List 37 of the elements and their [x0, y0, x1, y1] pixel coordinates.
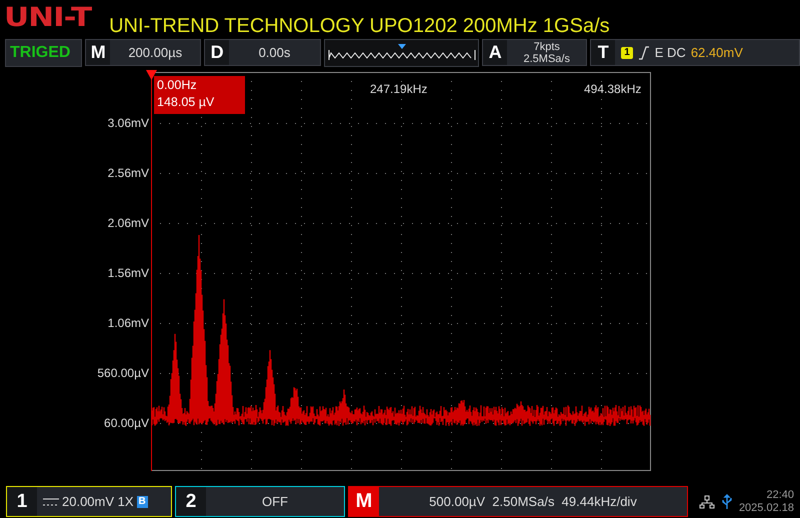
amplitude-label: 1.06mV [108, 316, 149, 330]
channel-button[interactable]: 2 OFF [175, 486, 345, 517]
trigger-button[interactable]: T 1 E DC 62.40mV [590, 39, 800, 66]
amplitude-label: 2.56mV [108, 166, 149, 180]
amplitude-label: 60.00µV [104, 416, 149, 430]
channel-button[interactable]: 1 20.00mV 1X B [6, 486, 172, 517]
rising-edge-icon [638, 46, 650, 60]
network-icon [698, 494, 715, 508]
clock-time: 22:40 [766, 488, 794, 502]
brand-logo: UNI-T [4, 4, 92, 30]
device-title: UNI-TREND TECHNOLOGY UPO1202 200MHz 1GSa/s [109, 14, 610, 38]
channel-state: OFF [262, 494, 288, 509]
amplitude-label: 1.56mV [108, 266, 149, 280]
readout-frequency: 0.00Hz [157, 77, 198, 94]
trigger-level: 62.40mV [690, 45, 743, 60]
frequency-label: 247.19kHz [370, 82, 428, 96]
trigger-status[interactable]: TRIGED [5, 39, 82, 67]
readout-amplitude: 148.05 µV [157, 94, 216, 111]
usb-icon [720, 494, 733, 510]
trigger-mode: E DC [654, 45, 686, 60]
memory-depth: 7kpts [534, 40, 560, 52]
sample-rate: 2.5MSa/s [524, 52, 570, 64]
dc-coupling-icon [43, 496, 59, 506]
math-settings: 500.00µV 2.50MSa/s 49.44kHz/div [428, 493, 638, 511]
bandwidth-limit-badge: B [136, 496, 148, 508]
channel-scale: 20.00mV 1X [62, 494, 134, 509]
amplitude-label: 560.00µV [97, 366, 149, 380]
amplitude-label: 3.06mV [108, 116, 149, 130]
cursor-marker-icon[interactable] [146, 70, 157, 80]
clock-date: 2025.02.18 [738, 502, 794, 514]
timebase-button[interactable]: M 200.00µs [85, 39, 202, 66]
frequency-label: 494.38kHz [584, 82, 642, 96]
math-button[interactable]: M 500.00µV 2.50MSa/s 49.44kHz/div [348, 486, 688, 517]
trigger-source: 1 [621, 46, 633, 58]
acquire-button[interactable]: A 7kpts 2.5MSa/s [482, 39, 588, 66]
amplitude-label: 2.06mV [108, 216, 149, 230]
delay-button[interactable]: D 0.00s [204, 39, 321, 66]
